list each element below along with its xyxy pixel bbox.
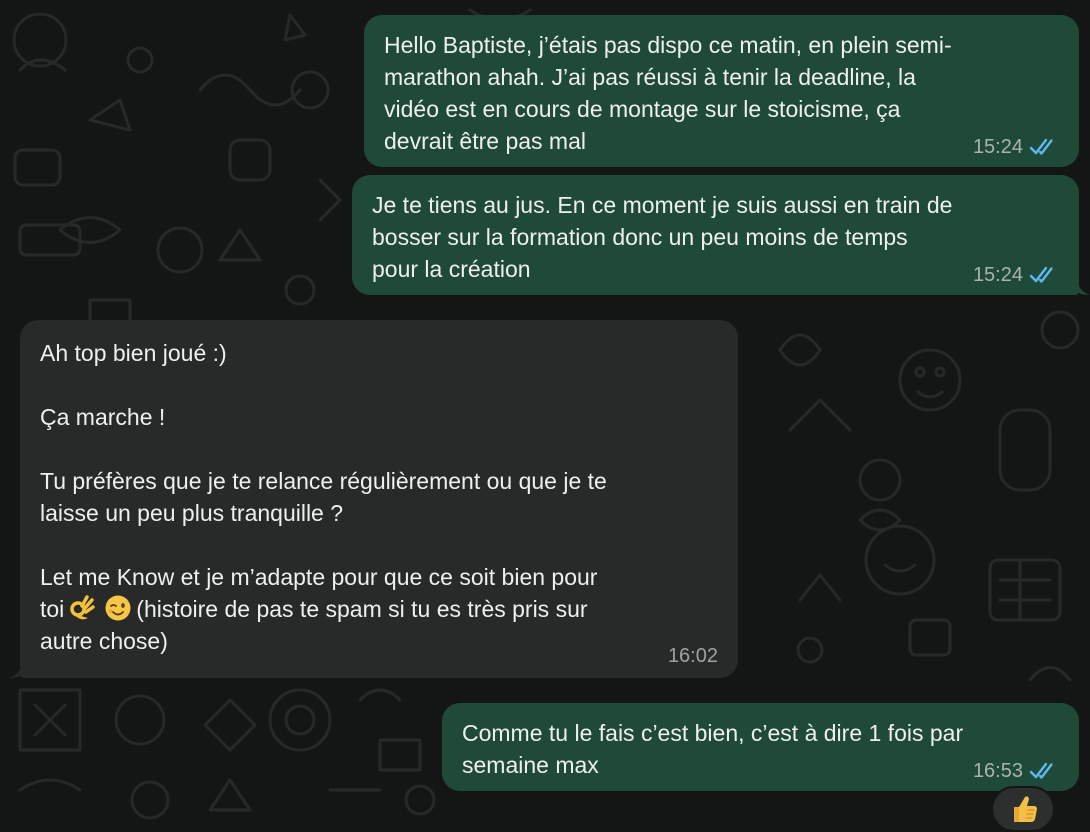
winking-face-emoji bbox=[105, 595, 131, 621]
outgoing-message[interactable]: Je te tiens au jus. En ce moment je suis… bbox=[352, 175, 1079, 295]
message-time: 15:24 bbox=[972, 264, 1023, 286]
bubble-tail bbox=[9, 660, 23, 678]
message-time: 16:53 bbox=[972, 760, 1023, 782]
message-meta: 16:53 bbox=[973, 759, 1059, 783]
bubble-tail bbox=[1076, 277, 1090, 295]
message-meta: 16:02 bbox=[668, 644, 718, 668]
message-time: 15:24 bbox=[972, 136, 1023, 158]
double-check-read-icon bbox=[1029, 762, 1053, 779]
outgoing-message[interactable]: Hello Baptiste, j’étais pas dispo ce mat… bbox=[364, 15, 1079, 167]
double-check-read-icon bbox=[1029, 138, 1053, 155]
message-list: Hello Baptiste, j’étais pas dispo ce mat… bbox=[0, 0, 1090, 832]
message-meta: 15:24 bbox=[973, 263, 1059, 287]
message-reaction[interactable] bbox=[991, 786, 1055, 832]
message-text-prefix: toi bbox=[40, 596, 65, 622]
incoming-message[interactable]: Ah top bien joué :) Ça marche ! Tu préfè… bbox=[20, 320, 738, 678]
message-time: 16:02 bbox=[667, 645, 718, 667]
outgoing-message[interactable]: Comme tu le fais c’est bien, c’est à dir… bbox=[442, 703, 1079, 791]
double-check-read-icon bbox=[1029, 266, 1053, 283]
message-text: Je te tiens au jus. En ce moment je suis… bbox=[372, 192, 953, 282]
message-text: Hello Baptiste, j’étais pas dispo ce mat… bbox=[384, 32, 952, 154]
message-text: Ah top bien joué :) Ça marche ! Tu préfè… bbox=[40, 340, 607, 590]
message-text: Comme tu le fais c’est bien, c’est à dir… bbox=[462, 720, 964, 778]
message-text-line: toi (histoire de pas te spam si tu es tr… bbox=[40, 593, 718, 657]
message-meta: 15:24 bbox=[973, 135, 1059, 159]
thumbs-up-emoji bbox=[1014, 796, 1037, 822]
ok-hand-emoji bbox=[70, 595, 96, 620]
